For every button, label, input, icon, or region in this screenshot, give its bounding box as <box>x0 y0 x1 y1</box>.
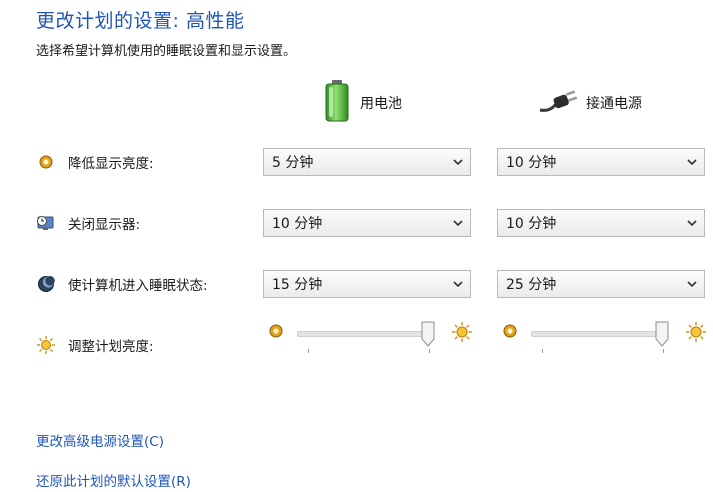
column-label-battery: 用电池 <box>360 96 402 112</box>
dim-display-battery-value: 5 分钟 <box>272 155 314 171</box>
restore-defaults-link[interactable]: 还原此计划的默认设置(R) <box>36 470 191 490</box>
turn-off-display-battery-select[interactable]: 10 分钟 <box>263 209 471 237</box>
sun-icon <box>36 335 56 355</box>
chevron-down-icon <box>446 210 470 236</box>
chevron-down-icon <box>680 149 704 175</box>
power-plan-settings-page: 更改计划的设置: 高性能 选择希望计算机使用的睡眠设置和显示设置。 用电池 接通… <box>0 0 713 492</box>
turn-off-display-plugged-select[interactable]: 10 分钟 <box>497 209 705 237</box>
dim-display-plugged-select[interactable]: 10 分钟 <box>497 148 705 176</box>
sleep-plugged-select[interactable]: 25 分钟 <box>497 270 705 298</box>
sleep-moon-icon <box>36 274 56 294</box>
chevron-down-icon <box>446 271 470 297</box>
sleep-plugged-value: 25 分钟 <box>506 277 557 293</box>
dim-display-battery-select[interactable]: 5 分钟 <box>263 148 471 176</box>
advanced-power-settings-link[interactable]: 更改高级电源设置(C) <box>36 430 164 450</box>
slider-tick <box>663 349 664 353</box>
slider-track[interactable] <box>531 331 667 337</box>
setting-row-sleep: 使计算机进入睡眠状态: <box>36 269 208 299</box>
slider-tick <box>542 349 543 353</box>
turn-off-display-plugged-value: 10 分钟 <box>506 216 557 232</box>
power-plug-icon <box>538 86 578 120</box>
slider-thumb[interactable] <box>655 321 669 347</box>
dim-sun-icon <box>502 323 518 343</box>
setting-label-sleep: 使计算机进入睡眠状态: <box>68 278 208 294</box>
dim-sun-icon <box>268 323 284 343</box>
sleep-battery-value: 15 分钟 <box>272 277 323 293</box>
brightness-battery-slider[interactable] <box>263 321 478 361</box>
slider-tick <box>429 349 430 353</box>
setting-row-turn-off-display: 关闭显示器: <box>36 208 140 238</box>
chevron-down-icon <box>446 149 470 175</box>
setting-label-dim-display: 降低显示亮度: <box>68 156 154 172</box>
column-label-plugged: 接通电源 <box>586 96 642 112</box>
page-title: 更改计划的设置: 高性能 <box>36 10 245 32</box>
column-header-battery: 用电池 <box>322 80 402 126</box>
slider-thumb[interactable] <box>421 321 435 347</box>
brightness-plugged-slider[interactable] <box>497 321 712 361</box>
setting-row-dim-display: 降低显示亮度: <box>36 147 154 177</box>
dim-brightness-icon <box>36 152 56 172</box>
setting-label-turn-off-display: 关闭显示器: <box>68 217 141 233</box>
bright-sun-icon <box>451 321 473 347</box>
setting-label-brightness: 调整计划亮度: <box>68 339 154 355</box>
slider-tick <box>308 349 309 353</box>
dim-display-plugged-value: 10 分钟 <box>506 155 557 171</box>
monitor-clock-icon <box>36 213 56 233</box>
chevron-down-icon <box>680 210 704 236</box>
chevron-down-icon <box>680 271 704 297</box>
bright-sun-icon <box>685 321 707 347</box>
setting-row-brightness: 调整计划亮度: <box>36 330 154 360</box>
page-subtitle: 选择希望计算机使用的睡眠设置和显示设置。 <box>36 44 297 59</box>
column-header-plugged: 接通电源 <box>538 80 642 126</box>
sleep-battery-select[interactable]: 15 分钟 <box>263 270 471 298</box>
turn-off-display-battery-value: 10 分钟 <box>272 216 323 232</box>
battery-icon <box>322 79 352 127</box>
slider-track[interactable] <box>297 331 433 337</box>
